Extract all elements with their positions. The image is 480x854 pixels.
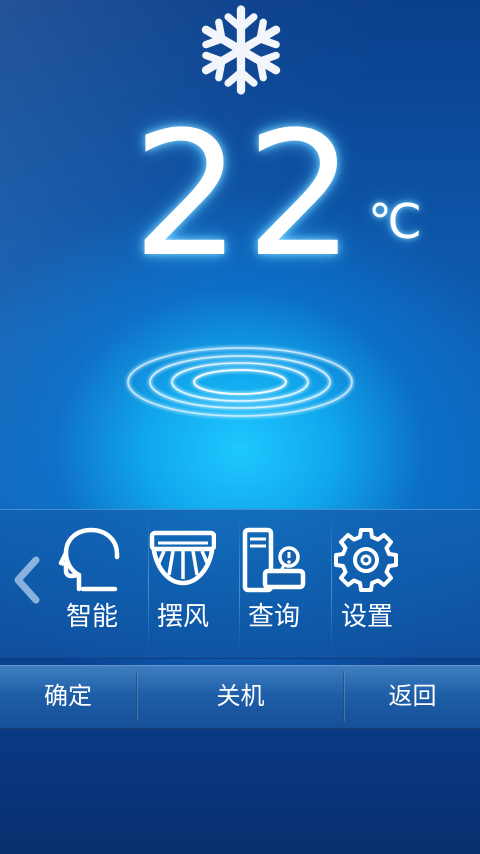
chevron-left-icon[interactable] — [8, 552, 44, 608]
function-query-button[interactable]: 查询 — [229, 513, 319, 651]
unit-info-icon — [242, 527, 306, 593]
power-off-button[interactable]: 关机 — [138, 665, 343, 727]
function-settings-label: 设置 — [340, 602, 393, 632]
function-settings-button[interactable]: 设置 — [322, 513, 412, 651]
snowflake-icon — [195, 4, 287, 96]
function-smart-button[interactable]: 智能 — [47, 513, 137, 651]
function-query-label: 查询 — [247, 602, 300, 632]
temperature-value: 22 — [132, 94, 359, 295]
temperature-unit: ℃ — [368, 194, 422, 250]
swing-vane-icon — [149, 530, 216, 586]
function-swing-label: 摆风 — [156, 602, 209, 632]
gear-icon — [334, 528, 398, 592]
back-button[interactable]: 返回 — [345, 665, 480, 727]
head-profile-icon — [58, 527, 120, 592]
function-smart-label: 智能 — [65, 602, 118, 632]
function-swing-button[interactable]: 摆风 — [138, 513, 228, 651]
confirm-button[interactable]: 确定 — [0, 665, 136, 727]
airflow-ripple-icon — [126, 346, 354, 418]
